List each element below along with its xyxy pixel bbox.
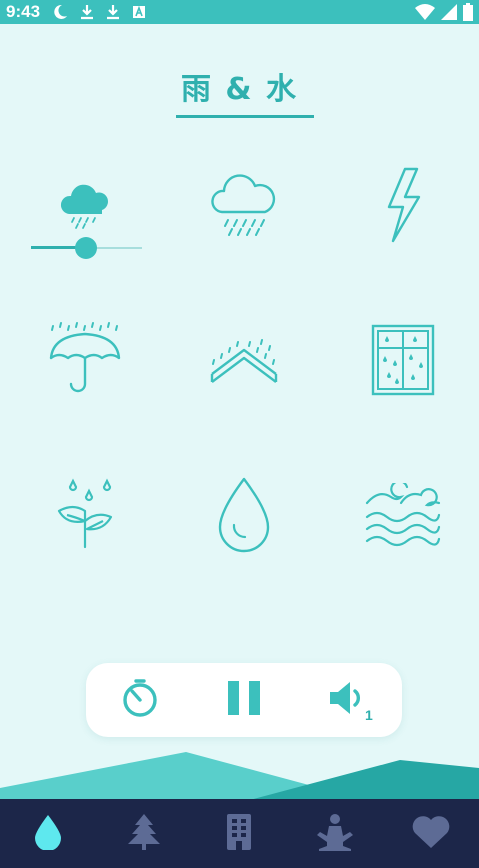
playback-controls: 1: [86, 663, 402, 737]
download-icon: [106, 4, 120, 20]
water-drop-icon: [34, 814, 62, 854]
lightning-icon: [383, 167, 423, 243]
nav-item-city[interactable]: [192, 799, 288, 868]
slider-thumb[interactable]: [75, 237, 97, 259]
moon-icon: [52, 4, 68, 20]
hills-decoration: [0, 752, 479, 800]
volume-count-badge: 1: [365, 707, 373, 723]
water-drop-icon: [216, 477, 272, 553]
status-bar: 9:43: [0, 0, 479, 24]
app-notification-icon: [132, 5, 146, 19]
sound-rain-on-leaves[interactable]: [25, 460, 145, 570]
pause-icon: [226, 680, 262, 720]
title-underline: [176, 115, 314, 118]
wifi-icon: [415, 4, 435, 20]
sound-thunder[interactable]: [343, 150, 463, 260]
volume-slider-light-rain[interactable]: [31, 236, 142, 260]
sound-rain-on-roof[interactable]: [184, 305, 304, 415]
page-title: 雨 & 水: [180, 72, 299, 107]
signal-icon: [441, 4, 457, 20]
pause-button[interactable]: [210, 663, 278, 737]
light-rain-cloud-icon: [55, 180, 115, 230]
nav-item-meditation[interactable]: [287, 799, 383, 868]
timer-button[interactable]: [106, 663, 174, 737]
status-time: 9:43: [6, 2, 41, 21]
tree-icon: [126, 813, 162, 855]
volume-icon: [326, 678, 366, 722]
heart-icon: [411, 815, 451, 853]
rain-cloud-icon: [204, 170, 284, 240]
bottom-nav: [0, 799, 479, 868]
sound-rain-on-umbrella[interactable]: [25, 305, 145, 415]
nav-item-favorites[interactable]: [383, 799, 479, 868]
sound-water-drop[interactable]: [184, 460, 304, 570]
umbrella-rain-icon: [45, 320, 125, 400]
building-icon: [225, 813, 253, 855]
download-icon: [80, 4, 94, 20]
waves-icon: [365, 483, 441, 547]
sound-rain-on-window[interactable]: [343, 305, 463, 415]
sound-heavy-rain[interactable]: [184, 150, 304, 260]
sound-ocean-waves[interactable]: [343, 460, 463, 570]
nav-item-rain[interactable]: [0, 799, 96, 868]
timer-icon: [120, 678, 160, 722]
leaves-rain-icon: [45, 477, 125, 553]
window-rain-icon: [371, 324, 435, 396]
battery-icon: [463, 3, 473, 21]
meditation-icon: [315, 813, 355, 855]
nav-item-nature[interactable]: [96, 799, 192, 868]
roof-rain-icon: [204, 330, 284, 390]
volume-button[interactable]: [312, 663, 380, 737]
